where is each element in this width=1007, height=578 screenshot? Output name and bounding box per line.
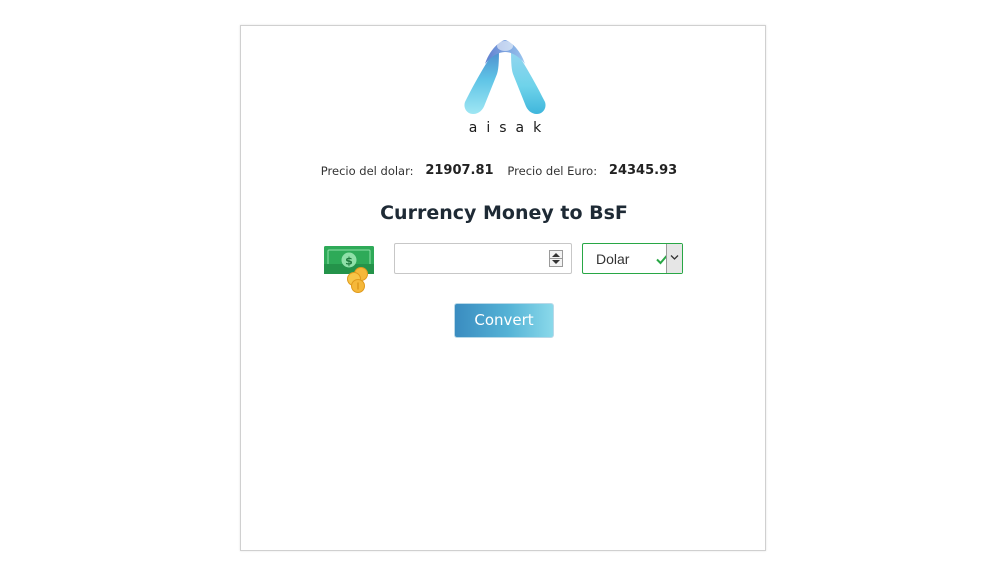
logo-a-mark-icon xyxy=(464,40,546,114)
spinner-down-icon[interactable] xyxy=(552,260,560,264)
dropdown-toggle[interactable] xyxy=(666,244,682,273)
amount-input[interactable] xyxy=(401,245,555,274)
convert-button[interactable]: Convert xyxy=(454,303,554,338)
currency-selected-value: Dolar xyxy=(596,251,630,267)
money-bill-coins-icon: $ xyxy=(323,244,377,294)
amount-field[interactable] xyxy=(394,243,572,274)
dolar-price-label: Precio del dolar: xyxy=(320,164,414,178)
page-title: Currency Money to BsF xyxy=(380,202,628,224)
euro-price-value: 24345.93 xyxy=(608,163,678,178)
spinner-up-icon[interactable] xyxy=(552,253,560,257)
dolar-price-value: 21907.81 xyxy=(425,163,494,178)
aisak-logo: aisak xyxy=(453,34,557,138)
chevron-down-icon xyxy=(670,255,679,260)
spinner-divider xyxy=(550,258,562,259)
converter-card: aisak Precio del dolar: 21907.81 Precio … xyxy=(240,25,766,551)
euro-price-label: Precio del Euro: xyxy=(507,164,598,178)
logo-wordmark: aisak xyxy=(468,120,551,136)
number-spinner[interactable] xyxy=(549,250,563,267)
currency-select[interactable]: Dolar xyxy=(582,243,683,274)
svg-text:$: $ xyxy=(345,255,353,268)
exchange-rates: Precio del dolar: 21907.81 Precio del Eu… xyxy=(241,163,767,179)
